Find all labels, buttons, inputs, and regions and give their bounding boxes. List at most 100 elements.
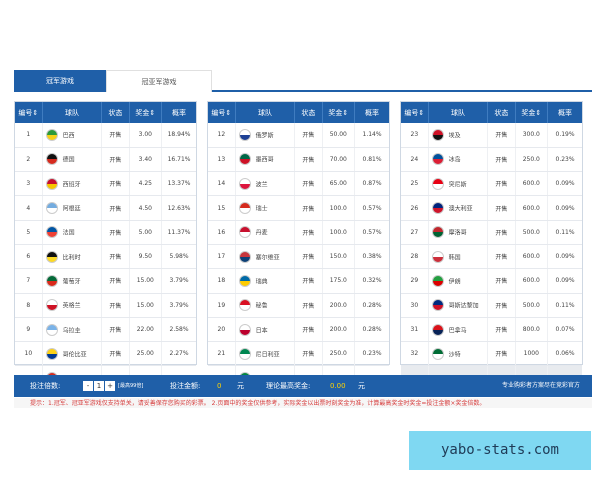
table-row[interactable]: 32 沙特 开售 1000 0.06% xyxy=(401,341,582,367)
cell-status: 开售 xyxy=(101,317,130,343)
table-row[interactable]: 29 伊朗 开售 600.0 0.09% xyxy=(401,268,582,294)
table-row[interactable]: 13 墨西哥 开售 70.00 0.81% xyxy=(208,147,389,173)
team-flag-icon xyxy=(238,202,251,215)
team-flag-icon xyxy=(45,274,58,287)
cell-number: 26 xyxy=(401,195,429,221)
col-header-number[interactable]: 编号⇕ xyxy=(401,102,429,123)
col-header-number[interactable]: 编号⇕ xyxy=(208,102,236,123)
team-name: 韩国 xyxy=(448,254,461,262)
team-flag-icon xyxy=(238,177,251,190)
table-row[interactable]: 17 塞尔维亚 开售 150.0 0.38% xyxy=(208,244,389,270)
cell-number: 20 xyxy=(208,317,236,343)
cell-prize: 250.0 xyxy=(322,341,356,367)
cell-status: 开售 xyxy=(294,341,323,367)
cell-number: 10 xyxy=(15,341,43,367)
cell-prize: 65.00 xyxy=(322,171,356,197)
cell-number: 12 xyxy=(208,123,236,148)
cell-team: 阿根廷 xyxy=(42,195,103,221)
table-row[interactable]: 9 乌拉圭 开售 22.00 2.58% xyxy=(15,317,196,343)
team-name: 葡萄牙 xyxy=(62,278,81,286)
team-table-panel-1: 编号⇕ 球队 状态 奖金⇕ 概率 1 巴西 开售 3.00 18.94% 2 德国 开售 3.40 16.7… xyxy=(14,101,197,391)
table-row[interactable]: 18 瑞典 开售 175.0 0.32% xyxy=(208,268,389,294)
col-header-prize[interactable]: 奖金⇕ xyxy=(515,102,549,123)
cell-probability: 0.23% xyxy=(547,147,582,173)
max-prize-value: 0.00 xyxy=(330,382,346,390)
cell-probability: 2.58% xyxy=(161,317,196,343)
max-multiplier-note: [最高99倍] xyxy=(118,383,144,389)
team-flag-icon xyxy=(45,153,58,166)
table-row[interactable]: 26 澳大利亚 开售 600.0 0.09% xyxy=(401,195,582,221)
table-row[interactable]: 7 葡萄牙 开售 15.00 3.79% xyxy=(15,268,196,294)
cell-prize: 4.50 xyxy=(129,195,163,221)
col-header-prize[interactable]: 奖金⇕ xyxy=(322,102,356,123)
team-flag-icon xyxy=(45,299,58,312)
team-name: 乌拉圭 xyxy=(62,327,81,335)
cell-status: 开售 xyxy=(294,220,323,245)
cell-status: 开售 xyxy=(101,195,130,221)
team-name: 墨西哥 xyxy=(255,156,274,164)
cell-team: 葡萄牙 xyxy=(42,268,103,294)
table-row[interactable]: 14 波兰 开售 65.00 0.87% xyxy=(208,171,389,197)
table-row[interactable]: 25 突尼斯 开售 600.0 0.09% xyxy=(401,171,582,197)
team-flag-icon xyxy=(45,323,58,336)
table-row[interactable]: 2 德国 开售 3.40 16.71% xyxy=(15,147,196,173)
table-row[interactable]: 5 法国 开售 5.00 11.37% xyxy=(15,220,196,245)
cell-team: 波兰 xyxy=(235,171,296,197)
tab-champion-runnerup[interactable]: 冠亚军游戏 xyxy=(106,70,212,92)
cell-team: 哥斯达黎加 xyxy=(428,293,489,318)
team-flag-icon xyxy=(238,128,251,141)
cell-probability: 0.23% xyxy=(354,341,389,367)
cell-status: 开售 xyxy=(294,293,323,318)
col-header-prize[interactable]: 奖金⇕ xyxy=(129,102,163,123)
stepper-plus-button[interactable]: + xyxy=(105,381,115,391)
cell-number: 15 xyxy=(208,195,236,221)
table-row[interactable]: 28 韩国 开售 600.0 0.09% xyxy=(401,244,582,270)
cell-prize: 15.00 xyxy=(129,268,163,294)
stepper-value-input[interactable]: 1 xyxy=(94,381,104,391)
cell-status: 开售 xyxy=(101,341,130,367)
table-row[interactable]: 4 阿根廷 开售 4.50 12.63% xyxy=(15,195,196,221)
table-row[interactable]: 20 日本 开售 200.0 0.28% xyxy=(208,317,389,343)
col-header-number[interactable]: 编号⇕ xyxy=(15,102,43,123)
cell-prize: 600.0 xyxy=(515,244,549,270)
cell-status: 开售 xyxy=(101,244,130,270)
team-flag-icon xyxy=(238,299,251,312)
cell-prize: 100.0 xyxy=(322,195,356,221)
team-name: 澳大利亚 xyxy=(448,205,473,213)
cell-number: 29 xyxy=(401,268,429,294)
team-flag-icon xyxy=(238,153,251,166)
table-row[interactable]: 8 英格兰 开售 15.00 3.79% xyxy=(15,293,196,318)
cell-probability: 0.09% xyxy=(547,171,582,197)
cell-prize: 25.00 xyxy=(129,341,163,367)
cell-status: 开售 xyxy=(101,171,130,197)
table-row[interactable]: 19 秘鲁 开售 200.0 0.28% xyxy=(208,293,389,318)
table-row[interactable]: 24 冰岛 开售 250.0 0.23% xyxy=(401,147,582,173)
table-row[interactable]: 30 哥斯达黎加 开售 500.0 0.11% xyxy=(401,293,582,318)
table-row[interactable]: 10 哥伦比亚 开售 25.00 2.27% xyxy=(15,341,196,367)
table-row[interactable]: 6 比利时 开售 9.50 5.98% xyxy=(15,244,196,270)
tab-champion[interactable]: 冠军游戏 xyxy=(14,70,106,92)
table-row[interactable]: 15 瑞士 开售 100.0 0.57% xyxy=(208,195,389,221)
stepper-minus-button[interactable]: - xyxy=(83,381,93,391)
table-row[interactable]: 31 巴拿马 开售 800.0 0.07% xyxy=(401,317,582,343)
team-name: 埃及 xyxy=(448,132,461,140)
table-row[interactable]: 3 西班牙 开售 4.25 13.37% xyxy=(15,171,196,197)
cell-number: 7 xyxy=(15,268,43,294)
cell-team: 西班牙 xyxy=(42,171,103,197)
table-row[interactable]: 16 丹麦 开售 100.0 0.57% xyxy=(208,220,389,245)
col-header-team: 球队 xyxy=(428,102,489,123)
cell-team: 埃及 xyxy=(428,123,489,148)
cell-prize: 3.00 xyxy=(129,123,163,148)
team-table-panel-2: 编号⇕ 球队 状态 奖金⇕ 概率 12 俄罗斯 开售 50.00 1.14% 13 墨西哥 开售 70.0… xyxy=(207,101,390,391)
table-row[interactable]: 27 摩洛哥 开售 500.0 0.11% xyxy=(401,220,582,245)
table-row[interactable]: 23 埃及 开售 300.0 0.19% xyxy=(401,123,582,148)
table-row[interactable]: 12 俄罗斯 开售 50.00 1.14% xyxy=(208,123,389,148)
cell-number: 18 xyxy=(208,268,236,294)
table-row[interactable]: 21 尼日利亚 开售 250.0 0.23% xyxy=(208,341,389,367)
cell-probability: 0.11% xyxy=(547,220,582,245)
cell-team: 巴西 xyxy=(42,123,103,148)
cell-probability: 0.19% xyxy=(547,123,582,148)
cell-status: 开售 xyxy=(487,341,516,367)
cell-number: 3 xyxy=(15,171,43,197)
table-row[interactable]: 1 巴西 开售 3.00 18.94% xyxy=(15,123,196,148)
